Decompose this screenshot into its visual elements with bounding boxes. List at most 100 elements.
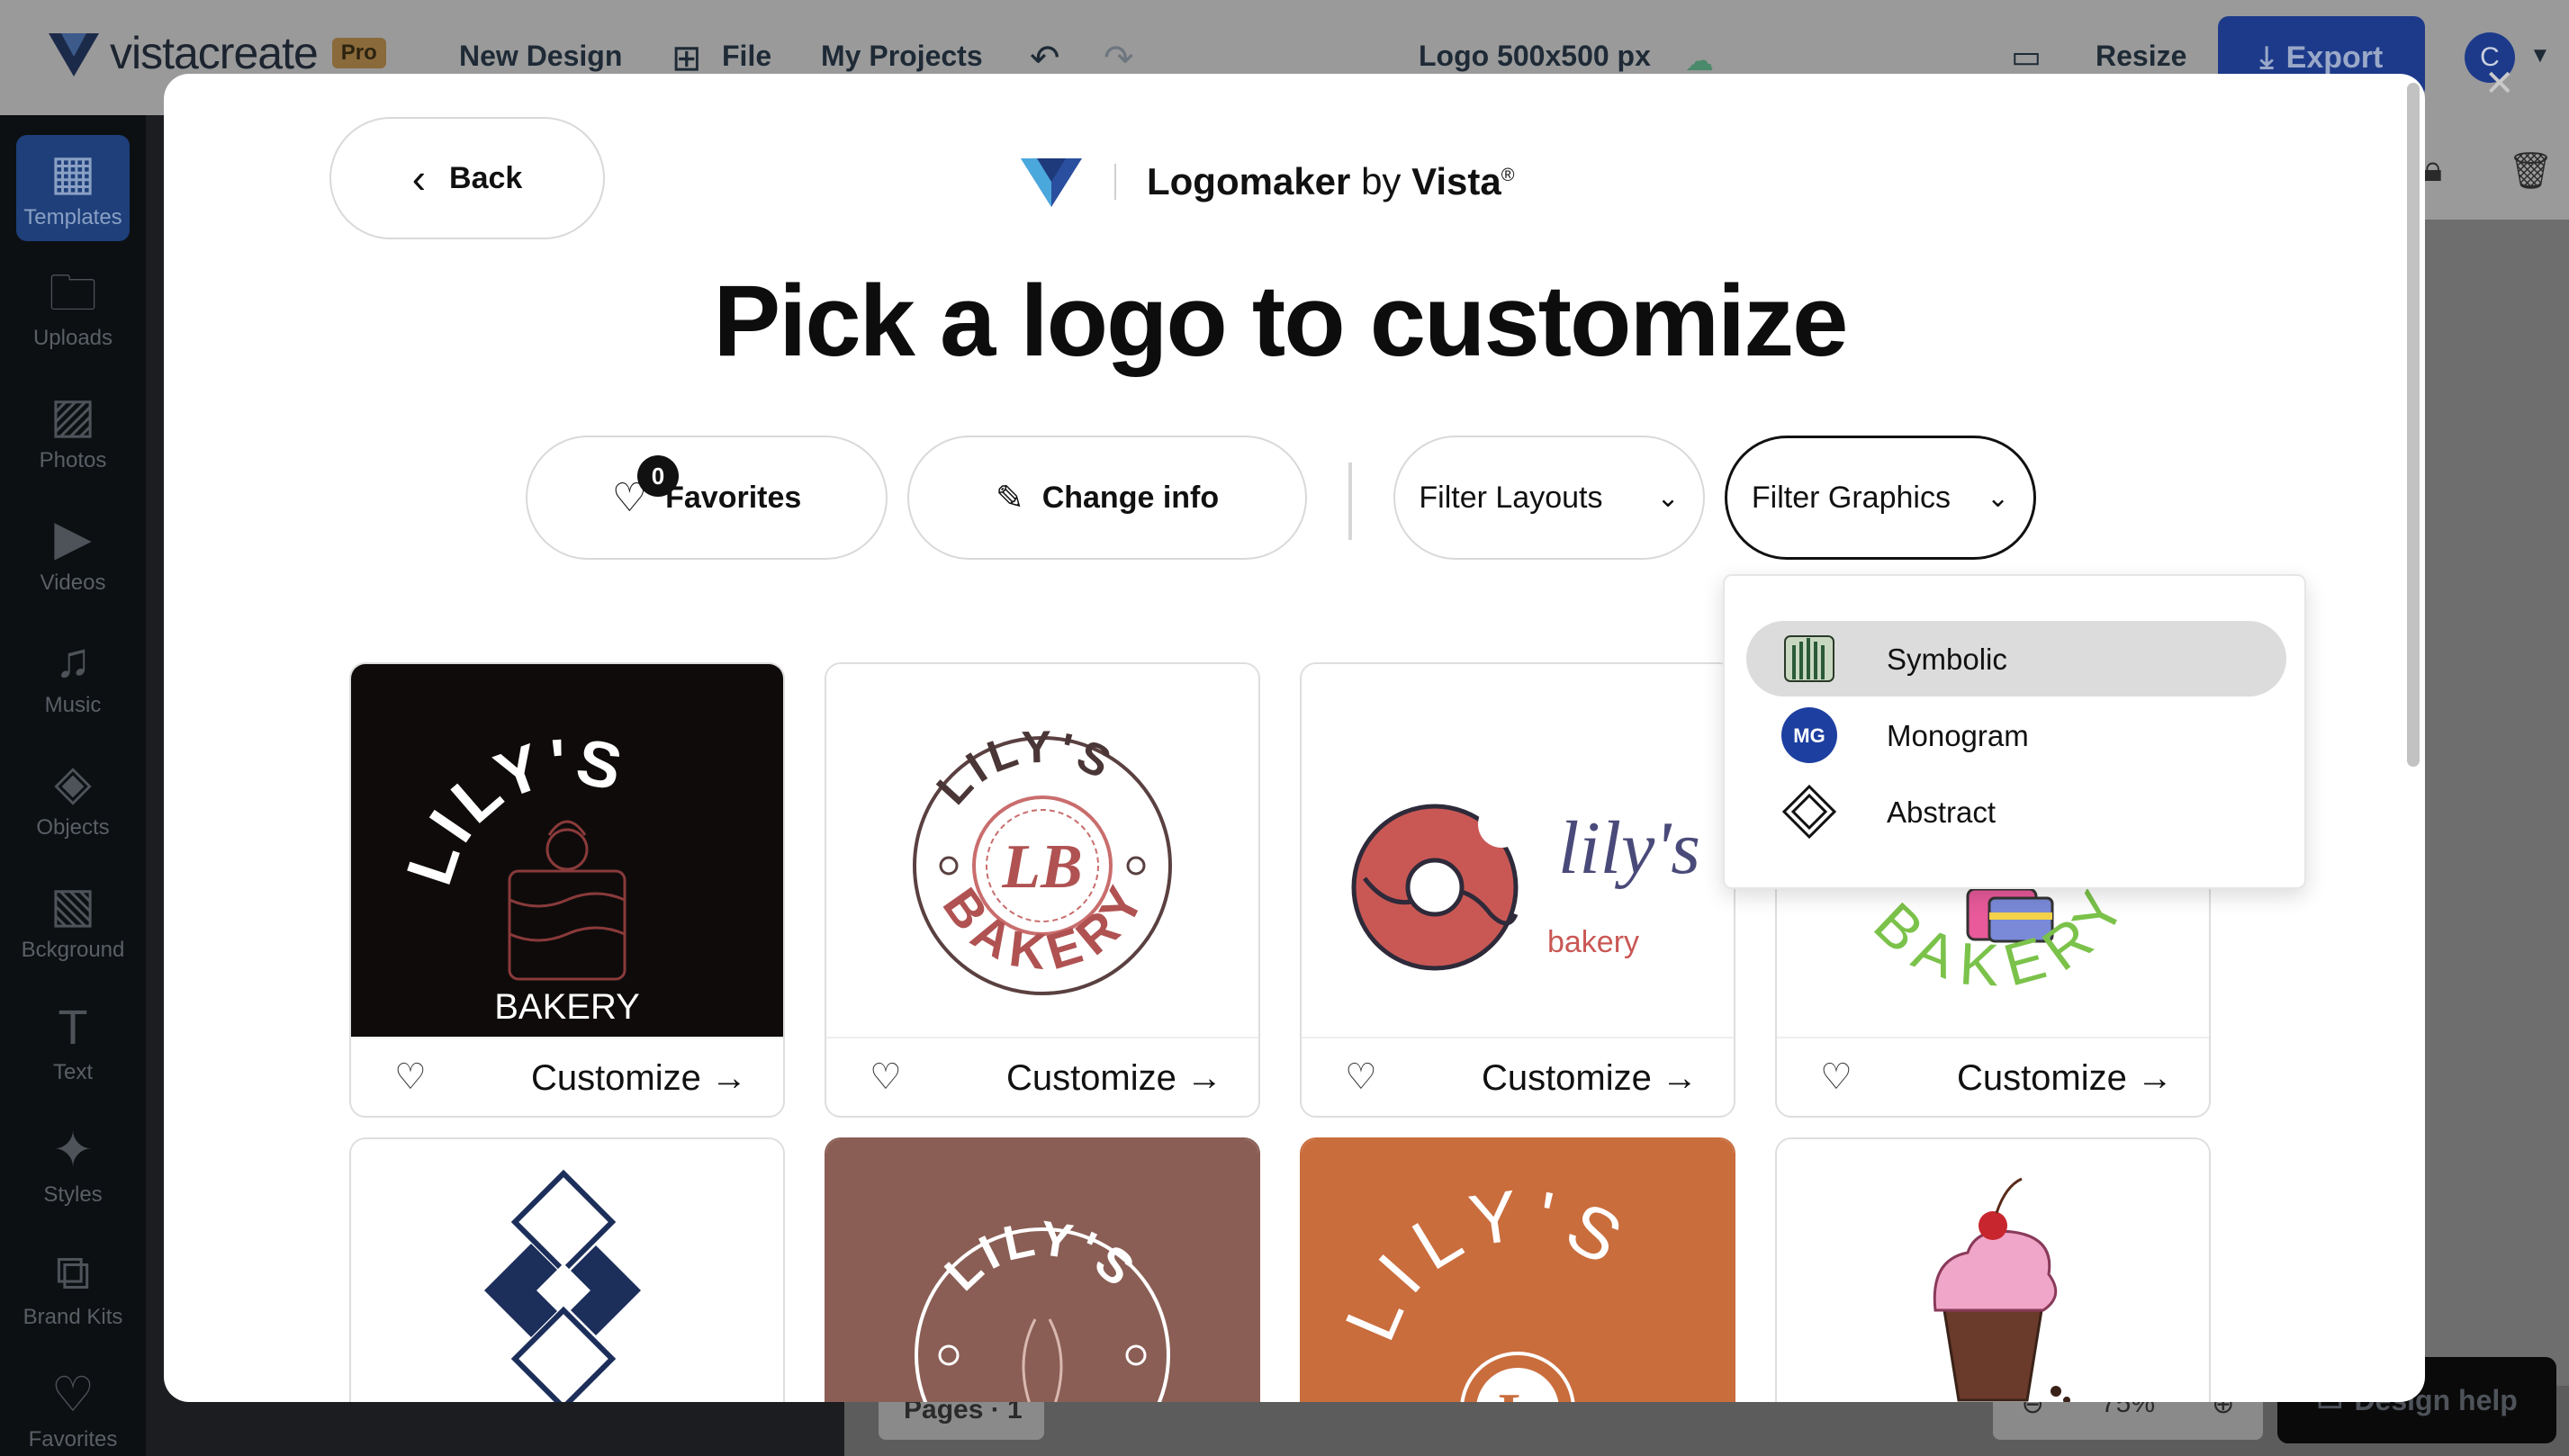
customize-link[interactable]: Customize →	[531, 1058, 747, 1099]
sidebar-item-label: Objects	[36, 815, 110, 840]
sidebar-item-label: Styles	[43, 1182, 103, 1207]
logomaker-modal: ‹ Back Logomaker by Vista® Pick a logo t…	[164, 74, 2425, 1402]
logo-preview-lilys-geometric[interactable]: LILY'S	[351, 1139, 783, 1402]
favorites-count-badge: 0	[637, 455, 679, 497]
sidebar-item-label: Brand Kits	[23, 1305, 123, 1329]
heart-icon: ♡	[50, 1368, 95, 1422]
sidebar-item-videos[interactable]: ▶ Videos	[0, 511, 146, 596]
customize-link[interactable]: Customize →	[1957, 1058, 2173, 1099]
change-info-label: Change info	[1041, 480, 1220, 515]
logo-card[interactable]: LILY'S	[349, 1137, 785, 1402]
cloud-saved-icon: ☁	[1685, 44, 1714, 76]
sidebar-item-objects[interactable]: ◈ Objects	[0, 756, 146, 840]
lock-icon[interactable]: 🔒︎	[2423, 149, 2442, 190]
svg-text:LILY'S: LILY'S	[393, 725, 634, 894]
customize-link[interactable]: Customize →	[1482, 1058, 1698, 1099]
close-icon[interactable]: ✕	[2484, 63, 2515, 104]
filter-layouts-label: Filter Layouts	[1419, 480, 1603, 515]
favorite-heart-icon[interactable]: ♡	[394, 1056, 427, 1098]
sidebar-item-brand-kits[interactable]: ⧉ Brand Kits	[0, 1245, 146, 1330]
filter-graphics-dropdown[interactable]: Filter Graphics ⌄	[1725, 436, 2036, 560]
logomaker-header: Logomaker by Vista®	[1019, 155, 1514, 209]
svg-text:LILY'S: LILY'S	[494, 1395, 634, 1402]
trash-icon[interactable]: 🗑︎	[2508, 149, 2554, 192]
image-icon: ▨	[50, 389, 96, 443]
sidebar-item-styles[interactable]: ✦ Styles	[0, 1123, 146, 1208]
chevron-left-icon: ‹	[411, 155, 427, 202]
svg-text:MG: MG	[1793, 724, 1825, 747]
option-label: Abstract	[1887, 795, 1997, 829]
card-footer: ♡ Customize →	[826, 1037, 1258, 1116]
download-icon: ⤓	[2259, 40, 2274, 75]
sidebar-item-photos[interactable]: ▨ Photos	[0, 389, 146, 473]
logo-preview-lilys-brown-badge[interactable]: LILY'S	[826, 1139, 1258, 1402]
brand-logo[interactable]: vistacreate Pro	[47, 27, 386, 79]
logo-preview-lilys-bakery-badge[interactable]: LILY'S BAKERY LB	[826, 664, 1258, 1037]
svg-text:LILY'S: LILY'S	[934, 1211, 1148, 1301]
graphics-option-symbolic[interactable]: Symbolic	[1746, 621, 2286, 697]
filter-layouts-dropdown[interactable]: Filter Layouts ⌄	[1393, 436, 1705, 560]
sparkle-icon: ✦	[52, 1123, 94, 1177]
change-info-button[interactable]: ✎ Change info	[907, 436, 1307, 560]
shapes-icon: ◈	[54, 756, 92, 810]
modal-scrollbar[interactable]	[2407, 83, 2420, 767]
logo-preview-lilys-bakery-black[interactable]: LILY'S BAKERY	[351, 664, 783, 1037]
option-label: Monogram	[1887, 719, 2029, 752]
logo-preview-lilys-bakery-donut[interactable]: lily's bakery	[1302, 664, 1734, 1037]
logo-subtitle: BAKERY	[494, 987, 640, 1027]
logo-card[interactable]: LILY'S BAKERY ♡ Customize →	[349, 662, 785, 1118]
logo-card[interactable]: LILY'S	[825, 1137, 1260, 1402]
favorites-button[interactable]: ♡ 0 Favorites	[526, 436, 888, 560]
chevron-down-icon: ⌄	[1986, 482, 2010, 513]
file-menu[interactable]: File	[722, 40, 771, 73]
play-icon: ▶	[54, 511, 92, 565]
logo-preview-lilys-orange[interactable]: LILY'S L	[1302, 1139, 1734, 1402]
favorite-heart-icon[interactable]: ♡	[1820, 1056, 1852, 1098]
filter-separator	[1348, 463, 1352, 540]
sidebar-item-templates[interactable]: ▦ Templates	[16, 135, 130, 241]
favorite-heart-icon[interactable]: ♡	[1345, 1056, 1377, 1098]
favorites-label: Favorites	[665, 480, 802, 515]
new-design-menu[interactable]: New Design	[459, 40, 622, 73]
filter-graphics-menu: Symbolic MG Monogram Abstract	[1723, 574, 2306, 889]
logo-card[interactable]: lily's bakery ♡ Customize →	[1300, 662, 1735, 1118]
logo-card[interactable]: LILY'S BAKERY LB ♡ Customize →	[825, 662, 1260, 1118]
filter-graphics-label: Filter Graphics	[1751, 480, 1951, 515]
briefcase-icon: ⧉	[55, 1245, 91, 1299]
abstract-icon	[1780, 783, 1838, 840]
monogram-icon: MG	[1780, 706, 1838, 764]
logo-preview-cupcake[interactable]	[1777, 1139, 2209, 1402]
svg-text:LILY'S: LILY'S	[1330, 1173, 1645, 1352]
sidebar-item-background[interactable]: ▧ Bckground	[0, 878, 146, 963]
sidebar-item-uploads[interactable]: 🗀 Uploads	[0, 266, 146, 351]
chevron-down-icon: ⌄	[1656, 482, 1680, 513]
pencil-icon: ✎	[995, 479, 1024, 517]
sidebar-item-label: Text	[52, 1060, 93, 1084]
customize-link[interactable]: Customize →	[1006, 1058, 1222, 1099]
sidebar-item-music[interactable]: ♫ Music	[0, 634, 146, 718]
music-icon: ♫	[54, 634, 92, 688]
sidebar-item-text[interactable]: T Text	[0, 1001, 146, 1085]
sidebar-item-label: Bckground	[21, 938, 125, 962]
sidebar-item-label: Favorites	[28, 1427, 118, 1452]
header-separator	[1114, 164, 1116, 200]
brand-name: vistacreate	[110, 28, 319, 78]
favorite-heart-icon[interactable]: ♡	[870, 1056, 902, 1098]
chevron-down-icon[interactable]: ▼	[2529, 43, 2551, 68]
logo-card[interactable]	[1775, 1137, 2211, 1402]
resize-button[interactable]: Resize	[2096, 40, 2186, 73]
graphics-option-abstract[interactable]: Abstract	[1746, 774, 2286, 849]
card-footer: ♡ Customize →	[1777, 1037, 2209, 1116]
sidebar-item-label: Templates	[23, 205, 122, 229]
sidebar-item-label: Videos	[40, 571, 106, 595]
document-title[interactable]: Logo 500x500 px	[1419, 40, 1651, 73]
back-button[interactable]: ‹ Back	[329, 117, 605, 239]
page-title: Pick a logo to customize	[713, 265, 1849, 377]
sidebar-item-favorites[interactable]: ♡ Favorites	[0, 1368, 146, 1452]
svg-text:lily's: lily's	[1558, 806, 1700, 890]
present-icon[interactable]: ▭	[2011, 38, 2042, 76]
vista-logo-icon	[1021, 158, 1082, 207]
logo-card[interactable]: LILY'S L	[1300, 1137, 1735, 1402]
graphics-option-monogram[interactable]: MG Monogram	[1746, 697, 2286, 773]
my-projects-menu[interactable]: My Projects	[821, 40, 983, 73]
